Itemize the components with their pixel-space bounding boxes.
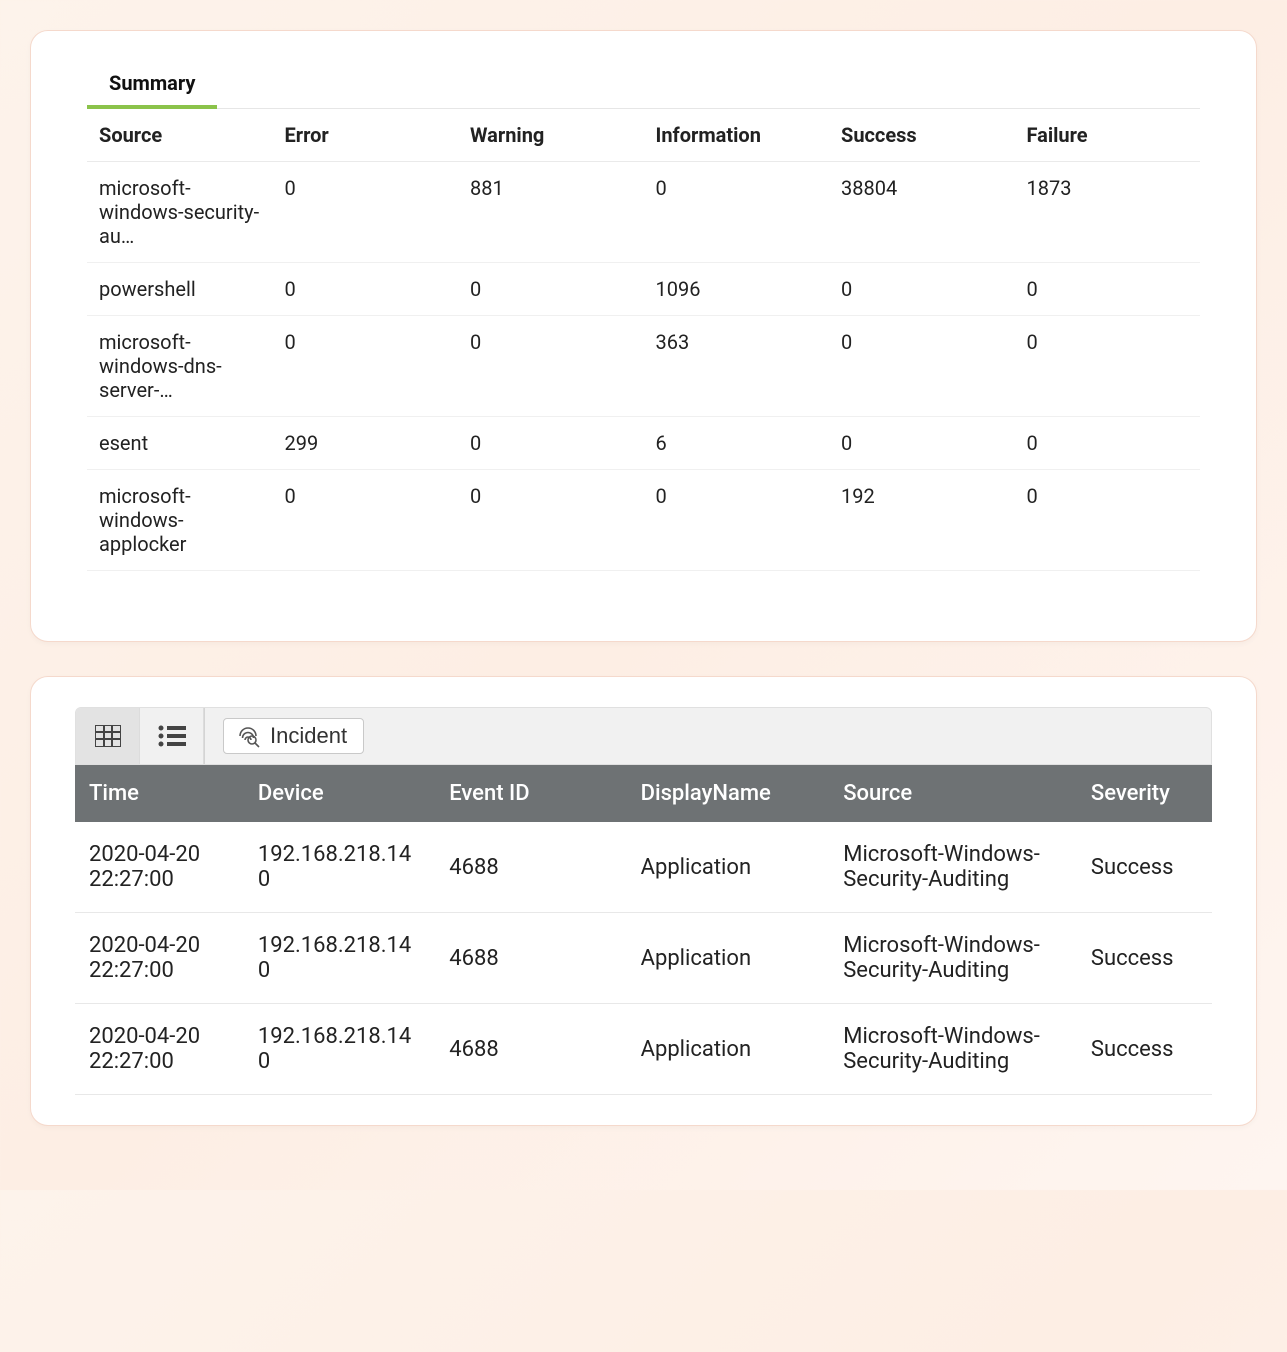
cell-source: Microsoft-Windows-Security-Auditing xyxy=(829,822,1077,913)
col-success: Success xyxy=(829,109,1015,162)
table-row[interactable]: 2020-04-20 22:27:00 192.168.218.140 4688… xyxy=(75,1004,1212,1095)
cell-source: powershell xyxy=(87,263,273,316)
col-warning: Warning xyxy=(458,109,644,162)
col-time[interactable]: Time xyxy=(75,765,244,822)
table-row: powershell 0 0 1096 0 0 xyxy=(87,263,1200,316)
cell-failure: 1873 xyxy=(1015,162,1201,263)
col-information: Information xyxy=(644,109,830,162)
cell-warning: 881 xyxy=(458,162,644,263)
cell-displayname: Application xyxy=(627,822,830,913)
cell-time: 2020-04-20 22:27:00 xyxy=(75,822,244,913)
list-view-button[interactable] xyxy=(140,708,204,764)
cell-failure: 0 xyxy=(1015,417,1201,470)
cell-source: microsoft-windows-security-au… xyxy=(87,162,273,263)
col-error: Error xyxy=(273,109,459,162)
cell-event-id: 4688 xyxy=(435,913,626,1004)
cell-error: 0 xyxy=(273,470,459,571)
cell-success: 38804 xyxy=(829,162,1015,263)
col-source[interactable]: Source xyxy=(829,765,1077,822)
tab-summary[interactable]: Summary xyxy=(87,59,217,109)
cell-information: 0 xyxy=(644,162,830,263)
cell-displayname: Application xyxy=(627,913,830,1004)
cell-source: Microsoft-Windows-Security-Auditing xyxy=(829,913,1077,1004)
cell-event-id: 4688 xyxy=(435,1004,626,1095)
events-toolbar: Incident xyxy=(75,707,1212,765)
col-failure: Failure xyxy=(1015,109,1201,162)
summary-header-row: Source Error Warning Information Success… xyxy=(87,109,1200,162)
cell-device: 192.168.218.140 xyxy=(244,913,435,1004)
table-row[interactable]: 2020-04-20 22:27:00 192.168.218.140 4688… xyxy=(75,822,1212,913)
cell-failure: 0 xyxy=(1015,470,1201,571)
cell-displayname: Application xyxy=(627,1004,830,1095)
cell-device: 192.168.218.140 xyxy=(244,1004,435,1095)
cell-information: 6 xyxy=(644,417,830,470)
cell-source: microsoft-windows-dns-server-… xyxy=(87,316,273,417)
summary-tabs: Summary xyxy=(87,59,1200,109)
cell-error: 0 xyxy=(273,162,459,263)
col-severity[interactable]: Severity xyxy=(1077,765,1212,822)
cell-severity: Success xyxy=(1077,913,1212,1004)
cell-information: 363 xyxy=(644,316,830,417)
cell-failure: 0 xyxy=(1015,316,1201,417)
summary-table: Source Error Warning Information Success… xyxy=(87,109,1200,571)
events-header-row: Time Device Event ID DisplayName Source … xyxy=(75,765,1212,822)
cell-success: 0 xyxy=(829,417,1015,470)
cell-warning: 0 xyxy=(458,316,644,417)
table-view-button[interactable] xyxy=(76,708,140,764)
table-grid-icon xyxy=(95,725,121,747)
cell-error: 0 xyxy=(273,263,459,316)
table-row: microsoft-windows-applocker 0 0 0 192 0 xyxy=(87,470,1200,571)
cell-success: 0 xyxy=(829,263,1015,316)
cell-information: 0 xyxy=(644,470,830,571)
incident-button[interactable]: Incident xyxy=(223,718,364,754)
cell-source: microsoft-windows-applocker xyxy=(87,470,273,571)
table-row: esent 299 0 6 0 0 xyxy=(87,417,1200,470)
cell-warning: 0 xyxy=(458,470,644,571)
table-row: microsoft-windows-security-au… 0 881 0 3… xyxy=(87,162,1200,263)
cell-event-id: 4688 xyxy=(435,822,626,913)
cell-error: 299 xyxy=(273,417,459,470)
col-source: Source xyxy=(87,109,273,162)
table-row[interactable]: 2020-04-20 22:27:00 192.168.218.140 4688… xyxy=(75,913,1212,1004)
list-icon xyxy=(158,725,186,747)
cell-success: 192 xyxy=(829,470,1015,571)
cell-time: 2020-04-20 22:27:00 xyxy=(75,1004,244,1095)
cell-source: esent xyxy=(87,417,273,470)
incident-button-label: Incident xyxy=(270,723,347,749)
cell-severity: Success xyxy=(1077,1004,1212,1095)
cell-error: 0 xyxy=(273,316,459,417)
events-table: Time Device Event ID DisplayName Source … xyxy=(75,765,1212,1095)
cell-failure: 0 xyxy=(1015,263,1201,316)
cell-information: 1096 xyxy=(644,263,830,316)
events-panel: Incident Time Device Event ID DisplayNam… xyxy=(30,676,1257,1126)
table-row: microsoft-windows-dns-server-… 0 0 363 0… xyxy=(87,316,1200,417)
cell-source: Microsoft-Windows-Security-Auditing xyxy=(829,1004,1077,1095)
cell-warning: 0 xyxy=(458,417,644,470)
cell-warning: 0 xyxy=(458,263,644,316)
fingerprint-search-icon xyxy=(236,724,260,748)
cell-success: 0 xyxy=(829,316,1015,417)
cell-time: 2020-04-20 22:27:00 xyxy=(75,913,244,1004)
col-displayname[interactable]: DisplayName xyxy=(627,765,830,822)
summary-panel: Summary Source Error Warning Information… xyxy=(30,30,1257,642)
cell-severity: Success xyxy=(1077,822,1212,913)
cell-device: 192.168.218.140 xyxy=(244,822,435,913)
col-device[interactable]: Device xyxy=(244,765,435,822)
toolbar-separator xyxy=(204,708,205,764)
col-event-id[interactable]: Event ID xyxy=(435,765,626,822)
